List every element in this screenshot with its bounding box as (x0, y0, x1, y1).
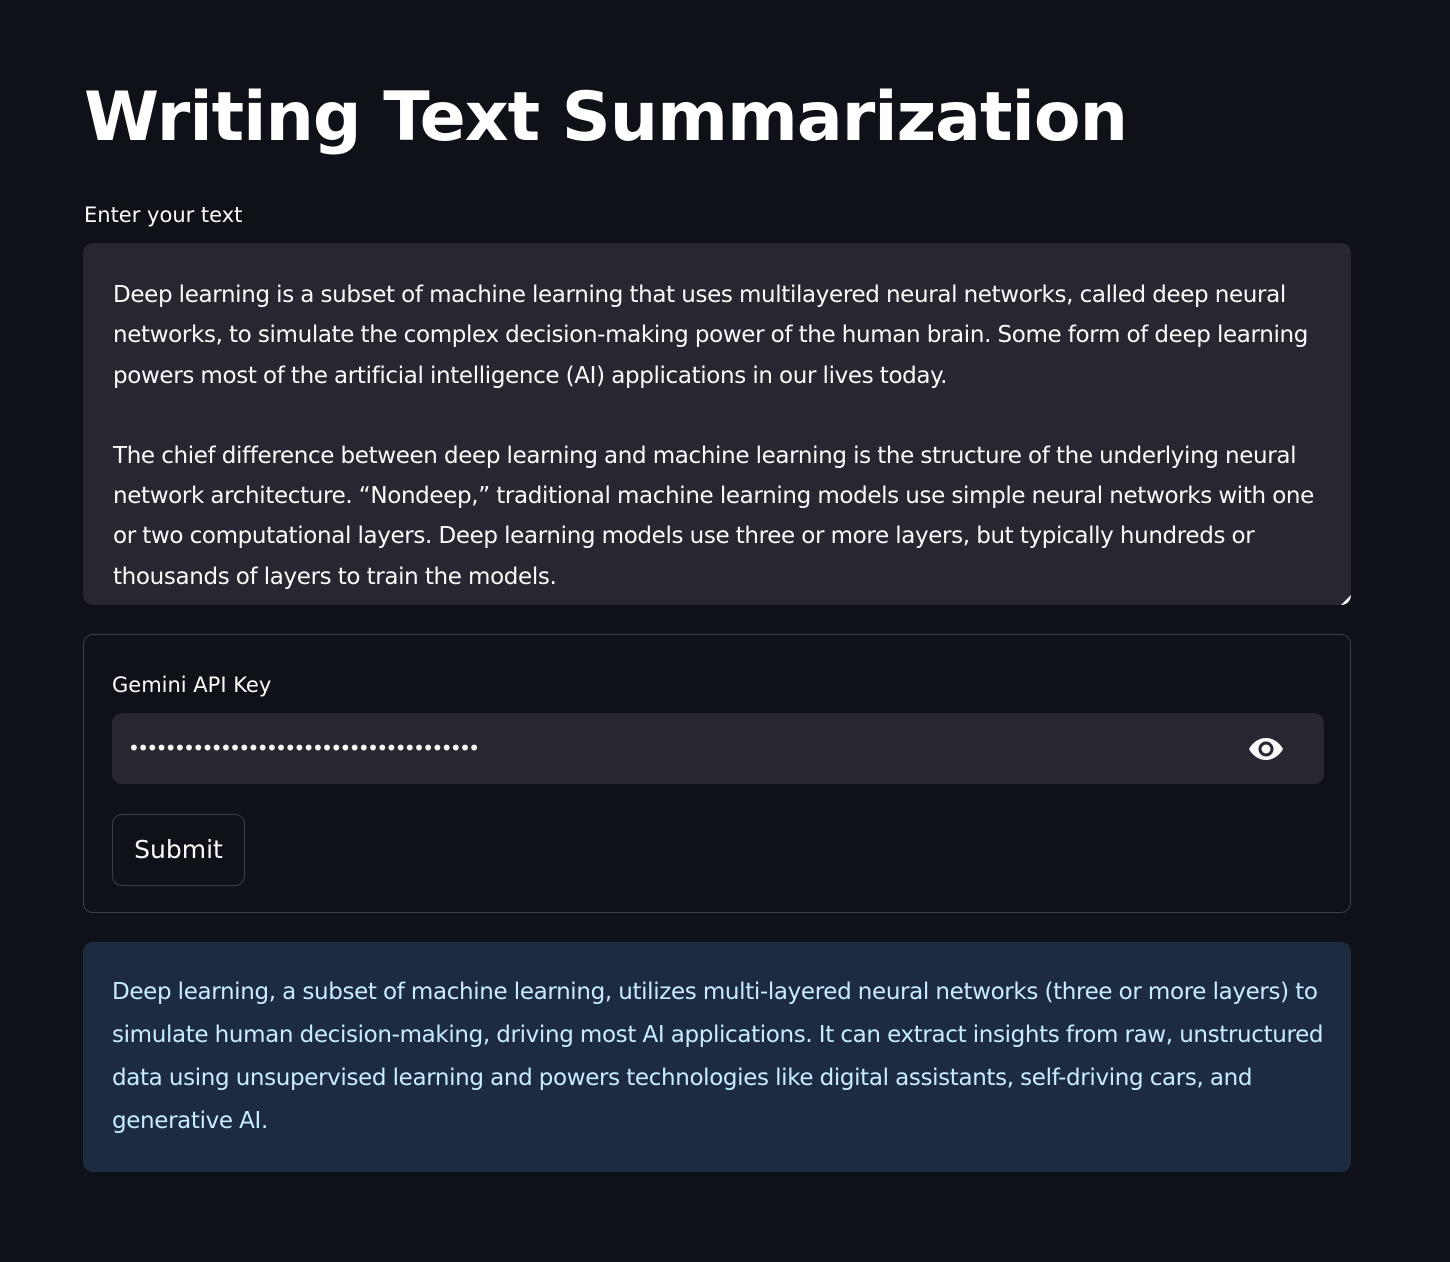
api-key-label: Gemini API Key (112, 673, 272, 697)
text-input-content[interactable]: Deep learning is a subset of machine lea… (113, 275, 1328, 605)
app-page: Writing Text Summarization Enter your te… (0, 0, 1450, 1262)
summary-result: Deep learning, a subset of machine learn… (83, 942, 1351, 1172)
api-key-value[interactable]: •••••••••••••••••••••••••••••••••••••• (128, 713, 480, 784)
summary-text: Deep learning, a subset of machine learn… (112, 979, 1324, 1134)
eye-icon[interactable] (1248, 735, 1284, 763)
text-paragraph: Deep learning is a subset of machine lea… (113, 282, 1308, 389)
api-key-input[interactable]: •••••••••••••••••••••••••••••••••••••• (112, 713, 1324, 784)
api-key-form: Gemini API Key •••••••••••••••••••••••••… (83, 634, 1351, 913)
text-paragraph: The chief difference between deep learni… (113, 442, 1314, 590)
page-title: Writing Text Summarization (84, 78, 1128, 157)
submit-button[interactable]: Submit (112, 814, 245, 886)
resize-handle[interactable] (1341, 595, 1351, 605)
text-input-area[interactable]: Deep learning is a subset of machine lea… (83, 243, 1351, 605)
text-input-label: Enter your text (84, 203, 243, 227)
